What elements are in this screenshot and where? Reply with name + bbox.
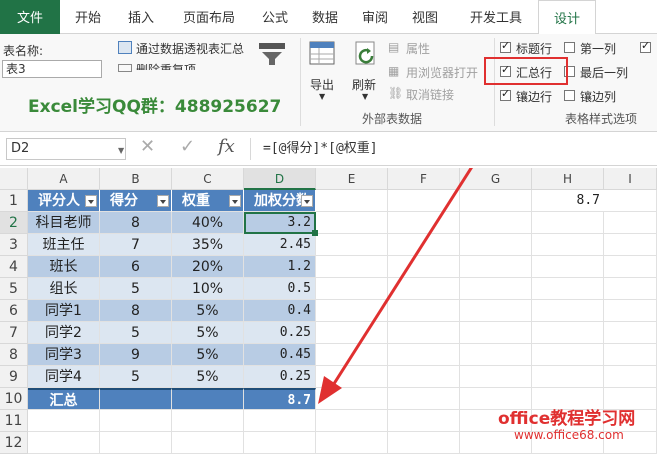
ribbon: 表名称: 表3 通过数据透视表汇总 删除重复项 导出 ▼ 刷新 ▼ ▤ 属性 ▦… — [0, 34, 657, 132]
export-dropdown-icon[interactable]: ▼ — [319, 92, 325, 101]
last-column-label: 最后一列 — [580, 66, 629, 80]
external-data-group-label: 外部表数据 — [362, 112, 423, 126]
name-box[interactable]: D2 — [6, 138, 126, 160]
ribbon-tabs: 文件 开始 插入 页面布局 公式 数据 审阅 视图 开发工具 设计 — [0, 0, 657, 35]
tab-data[interactable]: 数据 — [302, 0, 348, 34]
tab-review[interactable]: 审阅 — [352, 0, 398, 34]
pivot-summary-button[interactable]: 通过数据透视表汇总 — [136, 40, 244, 57]
banded-rows-checkbox[interactable] — [500, 87, 511, 101]
banded-rows-label: 镶边行 — [516, 90, 553, 104]
tab-insert[interactable]: 插入 — [116, 0, 166, 34]
formula-bar: D2 ▼ ✕ ✓ fx =[@得分]*[@权重] — [0, 132, 657, 166]
browser-icon: ▦ — [388, 64, 400, 78]
name-box-dropdown-icon[interactable]: ▼ — [118, 146, 124, 155]
header-row-label: 标题行 — [516, 42, 553, 56]
properties-button[interactable]: 属性 — [406, 40, 430, 57]
site-watermark: office教程学习网 — [498, 409, 636, 429]
tab-developer[interactable]: 开发工具 — [452, 0, 540, 34]
unlink-button[interactable]: 取消链接 — [406, 86, 454, 103]
open-in-browser-button[interactable]: 用浏览器打开 — [406, 64, 488, 81]
tab-formulas[interactable]: 公式 — [252, 0, 298, 34]
tab-view[interactable]: 视图 — [402, 0, 448, 34]
table-name-input[interactable]: 表3 — [2, 60, 102, 78]
table-name-label: 表名称: — [3, 44, 44, 58]
export-button[interactable]: 导出 — [310, 76, 334, 93]
remove-duplicates-icon — [118, 64, 132, 72]
first-column-checkbox[interactable] — [564, 42, 575, 53]
unlink-icon: ⛓ — [388, 86, 404, 100]
slicer-icon[interactable] — [258, 42, 286, 66]
refresh-button[interactable]: 刷新 — [352, 76, 376, 93]
cancel-icon[interactable]: ✕ — [140, 136, 155, 157]
tab-page-layout[interactable]: 页面布局 — [170, 0, 248, 34]
enter-icon[interactable]: ✓ — [180, 136, 195, 157]
refresh-icon — [352, 40, 380, 71]
tab-design[interactable]: 设计 — [538, 0, 596, 35]
export-icon — [308, 40, 338, 71]
banded-columns-checkbox[interactable] — [564, 90, 575, 101]
table-style-options-group-label: 表格样式选项 — [565, 112, 638, 126]
qq-group-watermark: Excel学习QQ群：488925627 — [28, 97, 282, 117]
pivot-table-icon — [118, 41, 132, 54]
remove-duplicates-button[interactable]: 删除重复项 — [136, 60, 196, 70]
tab-home[interactable]: 开始 — [62, 0, 114, 34]
tab-file[interactable]: 文件 — [0, 0, 60, 34]
header-row-checkbox[interactable] — [500, 39, 511, 53]
filter-button-checkbox[interactable] — [640, 39, 651, 53]
properties-icon: ▤ — [388, 40, 400, 54]
formula-input[interactable]: =[@得分]*[@权重] — [250, 138, 656, 160]
first-column-label: 第一列 — [580, 42, 617, 56]
refresh-dropdown-icon[interactable]: ▼ — [362, 92, 368, 101]
site-url-watermark: www.office68.com — [514, 428, 624, 442]
worksheet-grid: A B C D E F G H I 1 2 3 4 5 6 7 8 9 10 1… — [0, 168, 657, 455]
total-row-highlight-box — [484, 57, 568, 85]
insert-function-icon[interactable]: fx — [218, 136, 235, 157]
banded-columns-label: 镶边列 — [580, 90, 617, 104]
